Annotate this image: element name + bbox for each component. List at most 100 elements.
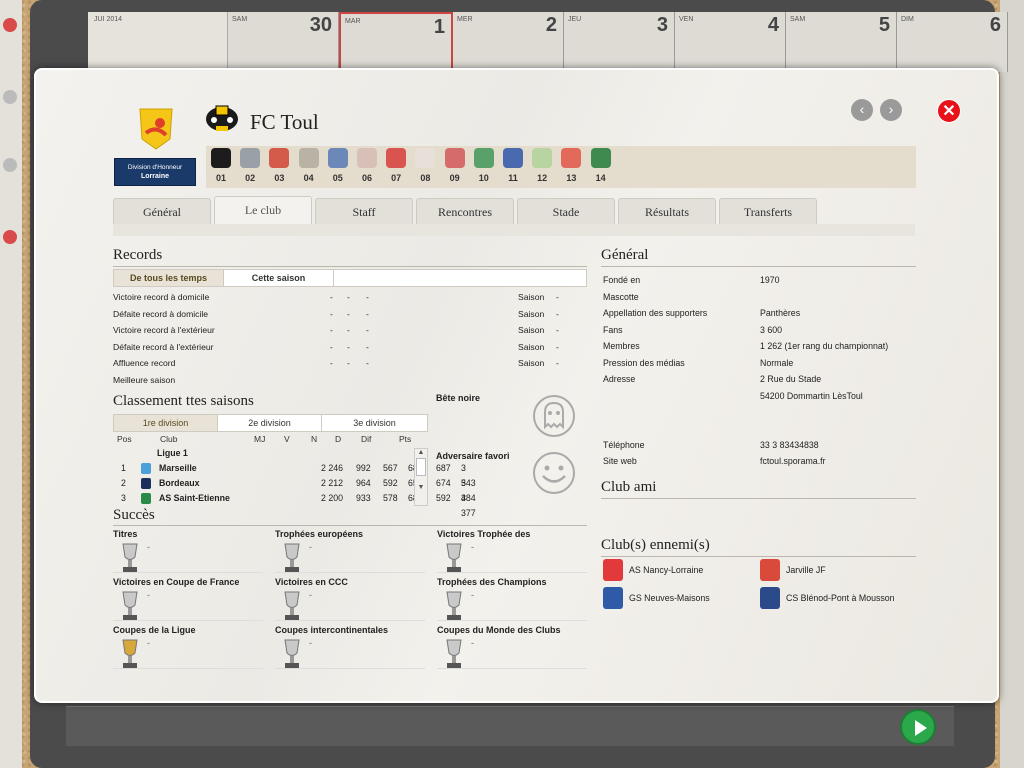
alert-icon[interactable] <box>3 230 17 244</box>
column-header[interactable]: Pos <box>117 434 132 444</box>
previous-club-button[interactable]: ‹ <box>851 99 873 121</box>
continue-play-button[interactable] <box>900 709 936 745</box>
column-header[interactable]: MJ <box>254 434 265 444</box>
strip-club[interactable]: 05 <box>325 148 351 183</box>
info-value: 54200 Dommartin LèsToul <box>760 391 863 401</box>
calendar-day-number: 1 <box>433 16 445 38</box>
enemy-club[interactable]: GS Neuves-Maisons <box>603 587 753 609</box>
calendar-day[interactable]: SAM 5 <box>786 12 897 72</box>
bete-noire-label: Bête noire <box>436 393 481 403</box>
league-logo-icon <box>139 108 173 150</box>
strip-club-number: 11 <box>508 173 518 183</box>
calendar-day-number: 6 <box>989 14 1001 36</box>
calendar-day[interactable]: SAM 30 <box>228 12 339 72</box>
tab-5[interactable]: Résultats <box>618 198 716 224</box>
trophy-value: - <box>147 638 150 648</box>
calendar-day-name: MER <box>457 16 473 23</box>
calendar-day[interactable]: MER 2 <box>453 12 564 72</box>
strip-club[interactable]: 01 <box>208 148 234 183</box>
calendar-day-number: 2 <box>545 14 557 36</box>
enemy-club[interactable]: Jarville JF <box>760 559 910 581</box>
subtab-2e-division[interactable]: 2e division <box>218 415 322 431</box>
strip-club-number: 10 <box>478 173 489 183</box>
tab-1[interactable]: Le club <box>214 196 312 224</box>
enemy-club[interactable]: CS Blénod-Pont à Mousson <box>760 587 910 609</box>
tab-6[interactable]: Transferts <box>719 198 817 224</box>
strip-club[interactable]: 09 <box>442 148 468 183</box>
info-label: Fondé en <box>603 275 641 285</box>
club-crest-icon <box>211 148 231 168</box>
scroll-up-icon[interactable]: ▲ <box>415 449 427 456</box>
scroll-thumb[interactable] <box>416 458 426 476</box>
row-n: 567 <box>383 463 398 473</box>
club-crest-icon <box>386 148 407 168</box>
subtab-1re-division[interactable]: 1re division <box>114 415 218 431</box>
divider <box>275 572 425 573</box>
calendar-day-name: SAM <box>232 16 248 23</box>
record-label: Défaite record à l'extérieur <box>113 341 214 352</box>
table-row[interactable]: 3AS Saint-Etienne2 2009335786895923 377 <box>113 491 476 518</box>
strip-club[interactable]: 02 <box>237 148 263 183</box>
table-row[interactable]: 2Bordeaux2 2129645926566743 484 <box>113 476 476 503</box>
trophy-value: - <box>471 638 474 648</box>
table-row[interactable]: 1Marseille2 2469925676876873 543 <box>113 461 476 488</box>
column-header[interactable]: Dif <box>361 434 371 444</box>
club-crest-icon <box>357 148 377 168</box>
row-mj: 2 200 <box>321 493 344 503</box>
mini-calendar[interactable]: JUI 2014 <box>88 12 228 72</box>
column-header[interactable]: V <box>284 434 290 444</box>
tab-0[interactable]: Général <box>113 198 211 224</box>
info-value: Normale <box>760 358 794 368</box>
divider <box>113 266 587 267</box>
calendar-day[interactable]: VEN 4 <box>675 12 786 72</box>
strip-club[interactable]: 08 <box>412 148 438 183</box>
strip-club-number: 04 <box>303 173 314 183</box>
status-icon <box>3 158 17 172</box>
subtab-3e-division[interactable]: 3e division <box>322 415 427 431</box>
next-club-button[interactable]: › <box>880 99 902 121</box>
alert-icon[interactable] <box>3 18 17 32</box>
column-header[interactable]: Club <box>160 434 177 444</box>
divider <box>113 572 263 573</box>
row-dif: 592 <box>436 493 451 503</box>
status-icon <box>3 90 17 104</box>
enemy-club[interactable]: AS Nancy-Lorraine <box>603 559 753 581</box>
strip-club[interactable]: 14 <box>588 148 614 183</box>
info-value: 1 262 (1er rang du championnat) <box>760 341 889 351</box>
column-header[interactable]: Pts <box>399 434 411 444</box>
strip-club[interactable]: 11 <box>500 148 526 183</box>
calendar-day[interactable]: DIM 6 <box>897 12 1008 72</box>
strip-club-number: 14 <box>595 173 606 183</box>
strip-club[interactable]: 10 <box>471 148 497 183</box>
trophy-value: - <box>471 542 474 552</box>
enemy-club-name: Jarville JF <box>786 565 826 575</box>
strip-club[interactable]: 12 <box>529 148 555 183</box>
league-banner-line1: Division d'Honneur <box>127 164 183 171</box>
close-button[interactable]: ✕ <box>937 99 961 123</box>
strip-club[interactable]: 03 <box>266 148 292 183</box>
club-info-modal: Division d'Honneur Lorraine FC Toul ‹ › … <box>34 68 999 703</box>
row-dif: 687 <box>436 463 451 473</box>
column-header[interactable]: D <box>335 434 341 444</box>
info-label: Mascotte <box>603 292 639 302</box>
club-crest-icon <box>532 148 553 168</box>
strip-club[interactable]: 13 <box>558 148 584 183</box>
strip-club[interactable]: 07 <box>383 148 409 183</box>
classement-scrollbar[interactable]: ▲ ▼ <box>414 448 428 506</box>
trophy-value: - <box>147 590 150 600</box>
calendar-day[interactable]: JEU 3 <box>564 12 675 72</box>
info-value: 3 600 <box>760 325 783 335</box>
records-title: Records <box>113 247 163 263</box>
strip-club[interactable]: 04 <box>296 148 322 183</box>
strip-club[interactable]: 06 <box>354 148 380 183</box>
calendar-day[interactable]: MAR 1 <box>339 12 453 72</box>
tab-3[interactable]: Rencontres <box>416 198 514 224</box>
calendar-day-number: 3 <box>656 14 668 36</box>
tab-2[interactable]: Staff <box>315 198 413 224</box>
column-header[interactable]: N <box>311 434 317 444</box>
trophy-icon <box>446 639 462 668</box>
subtab-all-time[interactable]: De tous les temps <box>114 270 224 286</box>
tab-4[interactable]: Stade <box>517 198 615 224</box>
scroll-down-icon[interactable]: ▼ <box>415 484 427 491</box>
subtab-this-season[interactable]: Cette saison <box>224 270 334 286</box>
